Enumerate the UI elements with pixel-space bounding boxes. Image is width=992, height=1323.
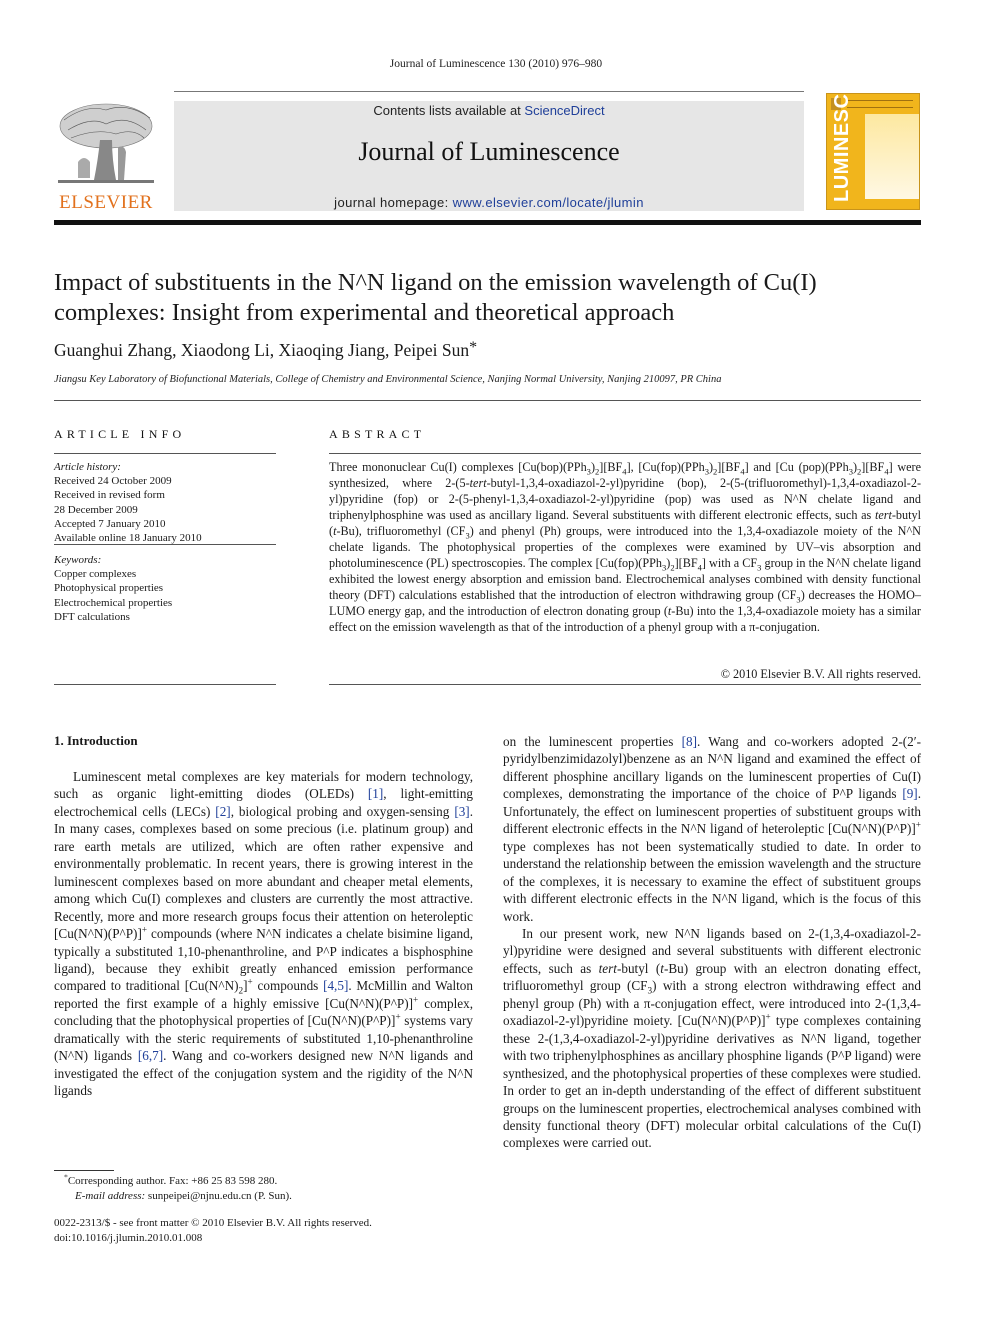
intro-left-column: Luminescent metal complexes are key mate… bbox=[54, 768, 473, 1100]
front-matter-text: 0022-2313/$ - see front matter © 2010 El… bbox=[54, 1217, 372, 1229]
history-item: Received in revised form bbox=[54, 489, 165, 502]
title-line-2: complexes: Insight from experimental and… bbox=[54, 299, 675, 326]
homepage-link[interactable]: www.elsevier.com/locate/jlumin bbox=[453, 195, 644, 210]
intro-paragraph-1-cont: on the luminescent properties [8]. Wang … bbox=[503, 734, 921, 924]
elsevier-logo[interactable]: ELSEVIER bbox=[54, 100, 158, 214]
journal-cover[interactable]: LUMINESCENCE bbox=[826, 93, 920, 210]
history-item: 28 December 2009 bbox=[54, 503, 138, 516]
footnote-rule bbox=[54, 1170, 114, 1171]
abstract-rule bbox=[329, 453, 921, 454]
corresponding-author-mark[interactable]: * bbox=[469, 339, 477, 356]
abstract-text: Three mononuclear Cu(I) complexes [Cu(bo… bbox=[329, 460, 922, 634]
affiliation: Jiangsu Key Laboratory of Biofunctional … bbox=[54, 374, 722, 385]
abstract-heading: ABSTRACT bbox=[329, 427, 426, 441]
section-heading-introduction: 1. Introduction bbox=[54, 733, 138, 748]
running-head: Journal of Luminescence 130 (2010) 976–9… bbox=[389, 58, 603, 70]
intro-right-column: on the luminescent properties [8]. Wang … bbox=[503, 733, 921, 1152]
cover-gradient bbox=[865, 114, 919, 199]
cover-title: LUMINESCENCE bbox=[831, 93, 853, 202]
corresponding-text: Corresponding author. Fax: +86 25 83 598… bbox=[67, 1175, 278, 1187]
keywords: Keywords: Copper complexes Photophysical… bbox=[54, 553, 276, 624]
keywords-label: Keywords: bbox=[54, 554, 102, 566]
contents-line: Contents lists available at ScienceDirec… bbox=[174, 103, 804, 118]
title-line-1: Impact of substituents in the N^N ligand… bbox=[54, 269, 817, 296]
homepage-line: journal homepage: www.elsevier.com/locat… bbox=[174, 195, 804, 210]
article-title: Impact of substituents in the N^N ligand… bbox=[54, 268, 934, 328]
tree-icon bbox=[56, 100, 156, 188]
abstract-bottom-rule bbox=[329, 684, 921, 685]
history-item: Received 24 October 2009 bbox=[54, 475, 172, 488]
article-info-heading: ARTICLE INFO bbox=[54, 427, 186, 441]
header-rule bbox=[174, 91, 804, 92]
citation-3[interactable]: [3] bbox=[454, 804, 469, 819]
header-thick-rule bbox=[54, 220, 921, 225]
keyword: Photophysical properties bbox=[54, 582, 164, 595]
citation-6-7[interactable]: [6,7] bbox=[138, 1048, 163, 1063]
citation-1[interactable]: [1] bbox=[368, 786, 383, 801]
authors: Guanghui Zhang, Xiaodong Li, Xiaoqing Ji… bbox=[54, 340, 477, 361]
intro-paragraph-2: In our present work, new N^N ligands bas… bbox=[503, 925, 921, 1151]
front-matter: 0022-2313/$ - see front matter © 2010 El… bbox=[54, 1216, 484, 1245]
author-list: Guanghui Zhang, Xiaodong Li, Xiaoqing Ji… bbox=[54, 340, 470, 360]
keyword: Copper complexes bbox=[54, 568, 137, 581]
journal-banner: Contents lists available at ScienceDirec… bbox=[174, 101, 804, 211]
email-link[interactable]: sunpeipei@njnu.edu.cn bbox=[148, 1190, 252, 1202]
history-item: Accepted 7 January 2010 bbox=[54, 517, 166, 530]
history-label: Article history: bbox=[54, 461, 121, 473]
intro-paragraph-1: Luminescent metal complexes are key mate… bbox=[54, 769, 474, 1099]
keyword: Electrochemical properties bbox=[54, 596, 173, 609]
cover-header bbox=[847, 100, 913, 108]
history-rule bbox=[54, 544, 276, 545]
corresponding-author-footnote: *Corresponding author. Fax: +86 25 83 59… bbox=[64, 1172, 292, 1202]
article-info-bottom-rule bbox=[54, 684, 276, 685]
doi-link[interactable]: doi:10.1016/j.jlumin.2010.01.008 bbox=[54, 1232, 202, 1244]
elsevier-wordmark: ELSEVIER bbox=[59, 192, 153, 213]
email-label: E-mail address: bbox=[75, 1189, 146, 1202]
citation-9[interactable]: [9] bbox=[902, 786, 917, 801]
abstract-copyright: © 2010 Elsevier B.V. All rights reserved… bbox=[720, 667, 921, 681]
keyword: DFT calculations bbox=[54, 610, 130, 623]
article-history: Article history: Received 24 October 200… bbox=[54, 460, 276, 545]
affiliation-rule bbox=[54, 400, 921, 401]
citation-8[interactable]: [8] bbox=[682, 734, 697, 749]
article-info-rule bbox=[54, 453, 276, 454]
citation-2[interactable]: [2] bbox=[215, 804, 230, 819]
journal-name: Journal of Luminescence bbox=[358, 137, 620, 166]
contents-prefix: Contents lists available at bbox=[373, 103, 525, 118]
citation-4-5[interactable]: [4,5] bbox=[323, 978, 348, 993]
sciencedirect-link[interactable]: ScienceDirect bbox=[524, 103, 604, 118]
homepage-prefix: journal homepage: bbox=[334, 195, 453, 210]
